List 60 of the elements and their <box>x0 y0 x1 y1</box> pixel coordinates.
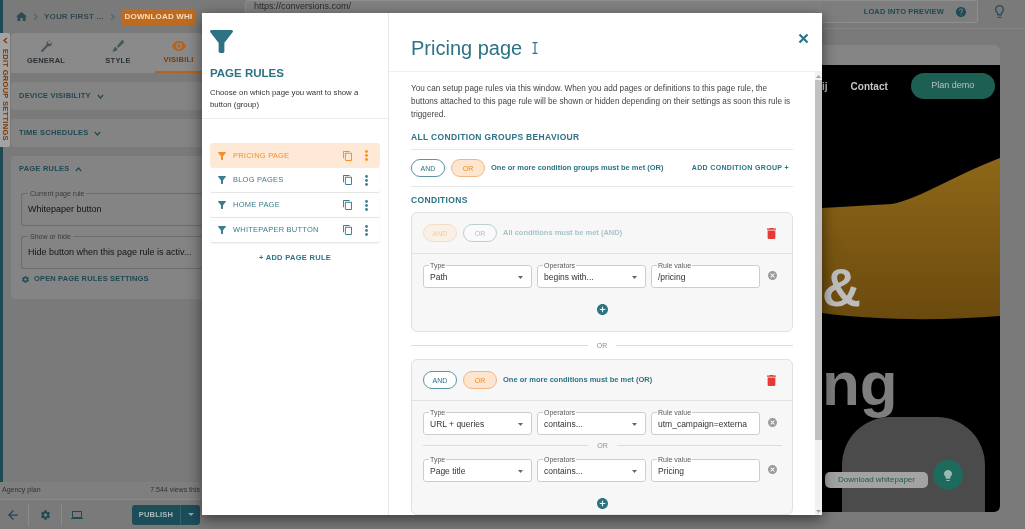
brush-icon <box>112 39 124 52</box>
copy-icon[interactable] <box>343 225 352 235</box>
breadcrumb-button[interactable]: DOWNLOAD WHI <box>120 8 197 25</box>
section-heading: CONDITIONS <box>411 194 469 206</box>
more-icon[interactable] <box>365 174 368 186</box>
remove-icon[interactable] <box>768 464 777 474</box>
remove-icon[interactable] <box>768 417 777 427</box>
scroll-up-icon[interactable] <box>816 74 821 78</box>
nav-link[interactable]: ij <box>822 78 828 94</box>
nav-link[interactable]: Contact <box>850 78 888 94</box>
laptop-icon[interactable] <box>71 510 83 519</box>
add-condition-icon[interactable] <box>597 304 608 315</box>
filter-icon <box>218 176 226 184</box>
copy-icon[interactable] <box>343 175 352 185</box>
help-icon[interactable] <box>956 6 966 17</box>
caret-down-icon <box>518 423 523 426</box>
url-field[interactable]: https://conversions.com/ <box>245 0 822 13</box>
filter-icon <box>218 201 226 209</box>
filter-icon <box>218 226 226 234</box>
download-button[interactable]: Download whitepaper <box>825 472 928 488</box>
caret-down-icon <box>518 470 523 473</box>
gear-icon <box>22 275 29 283</box>
caret-down-icon <box>632 470 637 473</box>
chevron-left-icon <box>2 37 8 44</box>
more-icon[interactable] <box>365 150 368 161</box>
text-cursor-icon[interactable] <box>532 42 539 54</box>
back-arrow-icon[interactable] <box>8 509 18 520</box>
dropdown-button[interactable] <box>180 504 200 525</box>
filter-icon <box>210 30 233 53</box>
scrollbar[interactable] <box>815 72 822 515</box>
close-icon[interactable] <box>798 33 809 44</box>
wrench-icon <box>40 39 52 52</box>
remove-icon[interactable] <box>768 270 777 280</box>
scrollbar-thumb[interactable] <box>815 80 822 440</box>
eye-icon <box>171 40 186 51</box>
section-heading: ALL CONDITION GROUPS BEHAVIOUR <box>411 131 581 143</box>
lightbulb-icon[interactable] <box>995 5 1004 18</box>
panel-title: PAGE RULES <box>210 66 285 80</box>
trash-icon[interactable] <box>767 374 776 386</box>
dialog-title: Pricing page <box>411 36 523 60</box>
chevron-right-icon <box>33 12 38 21</box>
chevron-right-icon <box>109 12 115 21</box>
copy-icon[interactable] <box>343 200 352 210</box>
filter-icon <box>218 151 226 160</box>
cta-button[interactable]: Plan demo <box>910 73 995 99</box>
copy-icon[interactable] <box>343 150 352 161</box>
caret-down-icon <box>632 276 637 279</box>
more-icon[interactable] <box>365 199 368 211</box>
intro-text: You can setup page rules via this window. When you add pages or definitions to this page rule, the buttons attached to this page rule will be shown or hidden depending on their settings as soon this rule is triggered. <box>411 83 792 121</box>
caret-down-icon <box>632 423 637 426</box>
more-icon[interactable] <box>365 224 368 236</box>
gear-icon[interactable] <box>41 509 50 520</box>
caret-down-icon <box>518 276 523 279</box>
lightbulb-icon <box>944 469 952 481</box>
add-condition-icon[interactable] <box>597 498 608 509</box>
scroll-down-icon[interactable] <box>816 509 821 513</box>
trash-icon[interactable] <box>767 227 776 239</box>
home-icon[interactable] <box>16 12 27 21</box>
headline-text: & <box>822 260 861 314</box>
caret-down-icon <box>187 513 194 516</box>
